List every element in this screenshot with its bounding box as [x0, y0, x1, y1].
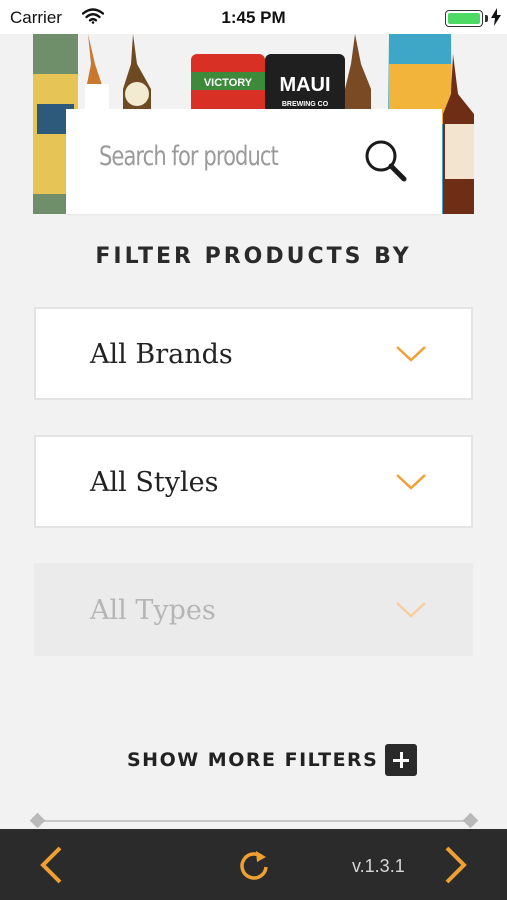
slider-max-handle[interactable] [462, 812, 479, 829]
style-filter-dropdown[interactable]: All Styles [34, 435, 473, 528]
clock: 1:45 PM [221, 8, 286, 27]
plus-icon [385, 744, 418, 776]
show-more-filters-button[interactable]: SHOW MORE FILTERS [127, 744, 418, 776]
charging-bolt-icon [491, 8, 501, 31]
status-bar: Carrier 1:45 PM [0, 0, 507, 34]
slider-min-handle[interactable] [29, 812, 46, 829]
brand-filter-dropdown[interactable]: All Brands [34, 307, 473, 400]
can-label-maui: MAUI [279, 74, 330, 96]
chevron-down-icon [395, 601, 427, 624]
app-version: v.1.3.1 [352, 856, 405, 876]
chevron-left-icon[interactable] [36, 845, 66, 885]
type-filter-label: All Types [90, 595, 216, 626]
search-input[interactable]: Search for product [99, 141, 279, 172]
refresh-icon[interactable] [236, 847, 272, 883]
range-slider[interactable] [29, 812, 479, 829]
filter-section-title: FILTER PRODUCTS BY [95, 244, 412, 269]
chevron-right-icon[interactable] [441, 845, 471, 885]
chevron-down-icon [395, 473, 427, 496]
show-more-filters-label: SHOW MORE FILTERS [127, 749, 379, 771]
brand-filter-label: All Brands [90, 339, 233, 370]
search-icon[interactable] [362, 137, 410, 185]
can-label-victory: VICTORY [204, 77, 253, 89]
style-filter-label: All Styles [90, 467, 219, 498]
bottom-toolbar: v.1.3.1 [0, 829, 507, 900]
slider-track [37, 820, 471, 822]
battery-icon [445, 10, 483, 27]
can-label-brewing-co: BREWING CO [282, 101, 329, 108]
chevron-down-icon [395, 345, 427, 368]
battery-cap [485, 15, 488, 22]
type-filter-dropdown: All Types [34, 563, 473, 656]
search-box[interactable]: Search for product [66, 109, 442, 214]
